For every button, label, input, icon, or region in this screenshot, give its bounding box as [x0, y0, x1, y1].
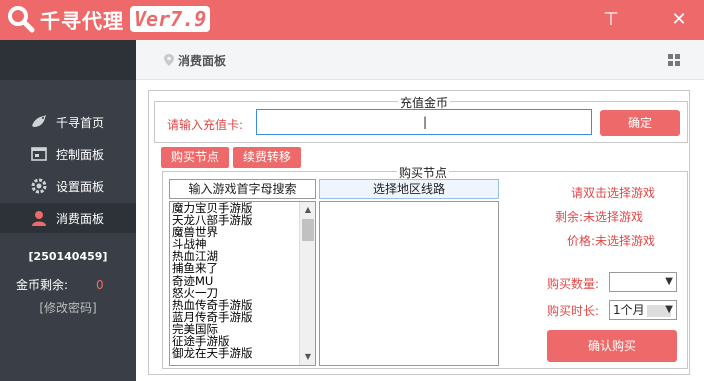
sidebar-item-label: 消费面板: [56, 211, 105, 226]
app-name: 千寻代理: [40, 8, 124, 33]
pin-icon: [164, 54, 174, 66]
account-id: [250140459]: [28, 250, 108, 263]
game-search-input[interactable]: 输入游戏首字母搜索: [169, 179, 316, 199]
list-item[interactable]: 怒火一刀: [172, 287, 315, 299]
sidebar-item-consume[interactable]: 消费面板: [0, 203, 136, 233]
list-item[interactable]: 捕鱼来了: [172, 262, 315, 274]
content-header: 消费面板: [136, 40, 704, 80]
version-badge: Ver7.9: [130, 6, 211, 32]
gear-icon: [30, 177, 48, 195]
change-password-link[interactable]: [修改密码]: [0, 299, 136, 316]
chevron-down-icon: ▼: [665, 304, 673, 315]
app-logo: 千寻代理 Ver7.9: [6, 4, 211, 34]
page-title: 消费面板: [178, 54, 227, 68]
coins-value: 0: [96, 278, 104, 292]
coins-balance: 金币剩余: 0: [16, 276, 104, 293]
sidebar-item-label: 千寻首页: [56, 115, 105, 130]
sidebar-item-home[interactable]: 千寻首页: [0, 107, 136, 137]
quantity-label: 购买数量:: [547, 277, 600, 291]
tab-buy-node[interactable]: 购买节点: [161, 147, 229, 168]
scroll-up-icon[interactable]: ▲: [300, 202, 315, 218]
bird-icon: [30, 113, 48, 131]
sidebar-item-control[interactable]: 控制面板: [0, 139, 136, 169]
remain-text: 剩余:未选择游戏: [555, 210, 644, 224]
game-list[interactable]: 魔力宝贝手游版 天龙八部手游版 魔兽世界 斗战神 热血江湖 捕鱼来了 奇迹MU …: [169, 201, 316, 366]
scroll-thumb[interactable]: [302, 219, 314, 241]
sidebar-header: [0, 40, 136, 80]
recharge-card-input[interactable]: |: [256, 109, 592, 135]
region-list[interactable]: [319, 201, 499, 366]
list-item[interactable]: 奇迹MU: [172, 275, 315, 287]
close-button[interactable]: ✕: [668, 9, 690, 31]
search-logo-icon: [8, 6, 35, 33]
region-select-header[interactable]: 选择地区线路: [319, 179, 499, 199]
confirm-recharge-button[interactable]: 确定: [600, 110, 680, 136]
confirm-buy-button[interactable]: 确认购买: [547, 330, 677, 362]
game-list-scrollbar[interactable]: ▲ ▼: [299, 202, 315, 365]
list-item[interactable]: 御龙在天手游版: [172, 347, 315, 359]
user-icon: [30, 209, 48, 227]
scroll-down-icon[interactable]: ▼: [300, 349, 315, 365]
duration-label: 购买时长:: [547, 304, 600, 318]
title-bar: 千寻代理 Ver7.9 ⊤ ✕: [0, 0, 704, 40]
sidebar-item-label: 设置面板: [56, 179, 105, 194]
select-game-hint: 请双击选择游戏: [571, 186, 656, 200]
duration-select[interactable]: 1个月 ▼: [609, 300, 677, 320]
price-text: 价格:未选择游戏: [567, 234, 656, 248]
sidebar-item-settings[interactable]: 设置面板: [0, 171, 136, 201]
grid-icon[interactable]: [668, 54, 680, 66]
quantity-select[interactable]: ▼: [609, 272, 677, 292]
tab-renew-transfer[interactable]: 续费转移: [233, 147, 301, 168]
panel-icon: [30, 145, 48, 163]
sidebar-item-label: 控制面板: [56, 147, 105, 162]
chevron-down-icon: ▼: [665, 276, 673, 287]
minimize-button[interactable]: ⊤: [600, 9, 622, 31]
coins-label: 金币剩余:: [16, 278, 69, 292]
recharge-card-label: 请输入充值卡:: [167, 118, 244, 132]
duration-value: 1个月: [613, 303, 645, 317]
